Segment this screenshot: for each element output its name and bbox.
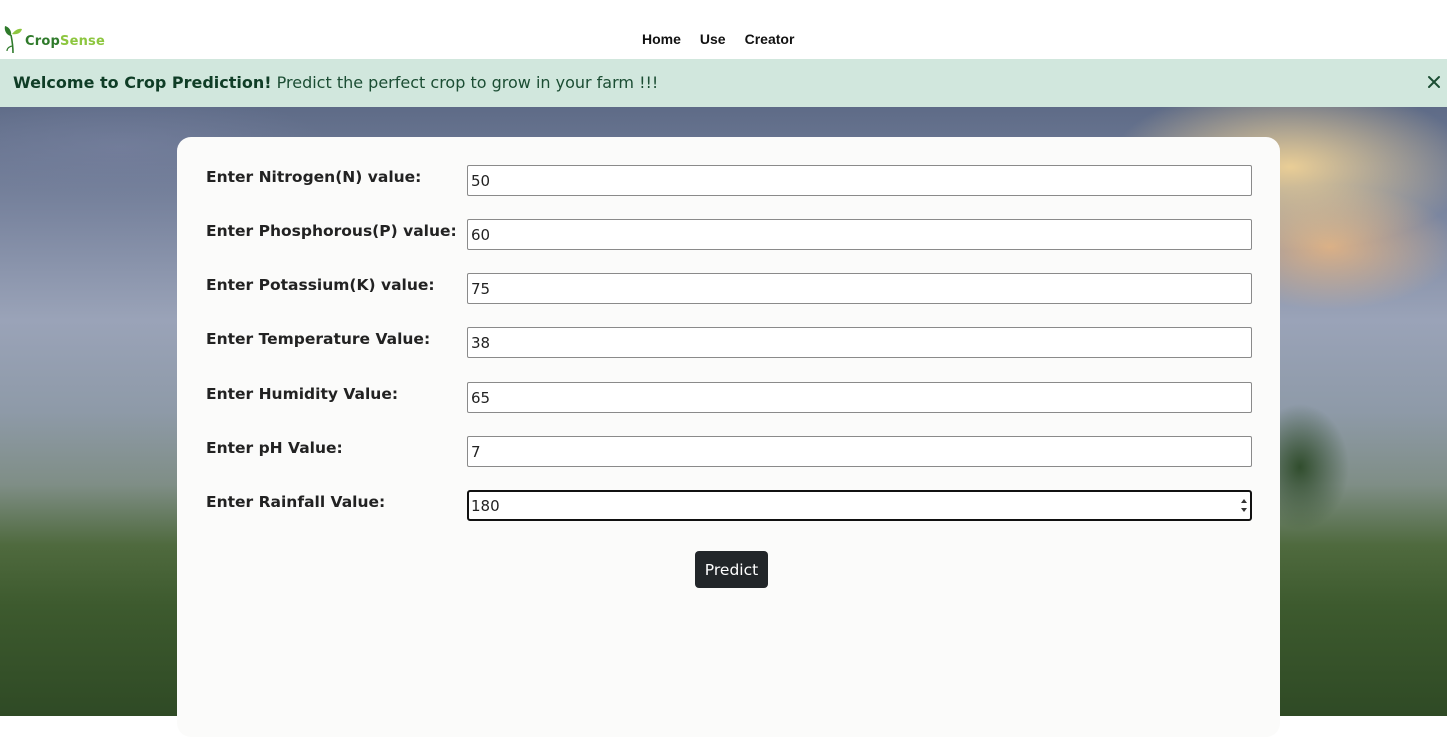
nitrogen-input[interactable]: [467, 165, 1252, 196]
predict-button[interactable]: Predict: [695, 551, 768, 588]
ph-input[interactable]: [467, 436, 1252, 467]
form-row-phosphorous: Enter Phosphorous(P) value:: [177, 219, 1280, 250]
nav-links: Home Use Creator: [642, 31, 813, 47]
phosphorous-label: Enter Phosphorous(P) value:: [206, 222, 457, 240]
alert-title: Welcome to Crop Prediction!: [13, 73, 272, 92]
potassium-input[interactable]: [467, 273, 1252, 304]
ph-label: Enter pH Value:: [206, 439, 343, 457]
humidity-label: Enter Humidity Value:: [206, 385, 399, 403]
rainfall-input[interactable]: [467, 490, 1252, 521]
form-row-potassium: Enter Potassium(K) value:: [177, 273, 1280, 304]
rainfall-label: Enter Rainfall Value:: [206, 493, 386, 511]
form-row-nitrogen: Enter Nitrogen(N) value:: [177, 165, 1280, 196]
prediction-form: Enter Nitrogen(N) value: Enter Phosphoro…: [177, 137, 1280, 737]
close-icon[interactable]: [1425, 73, 1443, 91]
alert-message: Predict the perfect crop to grow in your…: [276, 73, 659, 92]
form-row-temperature: Enter Temperature Value:: [177, 327, 1280, 358]
phosphorous-input[interactable]: [467, 219, 1252, 250]
form-row-humidity: Enter Humidity Value:: [177, 382, 1280, 413]
nav-link-creator[interactable]: Creator: [745, 31, 795, 47]
number-spinner-icon[interactable]: [1240, 496, 1248, 515]
nav-link-use[interactable]: Use: [700, 31, 726, 47]
potassium-label: Enter Potassium(K) value:: [206, 276, 435, 294]
nav-link-home[interactable]: Home: [642, 31, 681, 47]
welcome-alert: Welcome to Crop Prediction! Predict the …: [0, 59, 1447, 107]
nitrogen-label: Enter Nitrogen(N) value:: [206, 168, 422, 186]
navbar: CropSense Home Use Creator: [0, 0, 1447, 59]
brand-logo[interactable]: CropSense: [4, 24, 105, 54]
form-row-rainfall: Enter Rainfall Value:: [177, 490, 1280, 521]
form-row-ph: Enter pH Value:: [177, 436, 1280, 467]
humidity-input[interactable]: [467, 382, 1252, 413]
temperature-input[interactable]: [467, 327, 1252, 358]
sprout-icon: [4, 26, 22, 54]
brand-name: CropSense: [25, 33, 105, 49]
temperature-label: Enter Temperature Value:: [206, 330, 431, 348]
